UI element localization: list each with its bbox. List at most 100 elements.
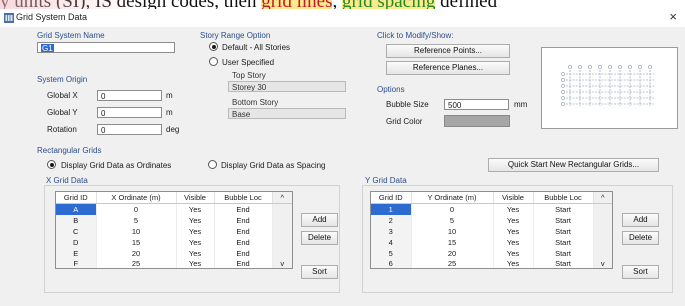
y-grid-row[interactable]: 3 10 Yes Start bbox=[371, 225, 612, 237]
reference-planes-button[interactable]: Reference Planes... bbox=[386, 61, 510, 75]
x-grid-row[interactable]: F 25 Yes End v bbox=[56, 258, 292, 268]
x-cell-ordinate[interactable]: 10 bbox=[96, 225, 177, 237]
scroll-down-icon[interactable]: v bbox=[593, 258, 612, 268]
x-cell-visible[interactable]: Yes bbox=[176, 258, 215, 268]
x-cell-bubble-loc[interactable]: End bbox=[214, 214, 273, 226]
x-cell-visible[interactable]: Yes bbox=[176, 214, 215, 226]
y-cell-grid-id[interactable]: 4 bbox=[371, 236, 412, 248]
y-cell-visible[interactable]: Yes bbox=[493, 258, 534, 268]
x-cell-visible[interactable]: Yes bbox=[176, 203, 215, 215]
y-cell-grid-id[interactable]: 5 bbox=[371, 247, 412, 259]
scrollbar-track[interactable] bbox=[593, 214, 612, 226]
scroll-up-icon[interactable]: ^ bbox=[593, 192, 612, 204]
x-cell-bubble-loc[interactable]: End bbox=[214, 247, 273, 259]
user-specified-radio[interactable] bbox=[209, 57, 218, 66]
x-grid-row[interactable]: B 5 Yes End bbox=[56, 214, 292, 226]
x-grid-row[interactable]: E 20 Yes End bbox=[56, 247, 292, 259]
x-cell-grid-id[interactable]: A bbox=[56, 203, 97, 215]
scrollbar-track[interactable] bbox=[272, 203, 292, 215]
scrollbar-track[interactable] bbox=[272, 236, 292, 248]
y-cell-grid-id[interactable]: 2 bbox=[371, 214, 412, 226]
display-spacing-label[interactable]: Display Grid Data as Spacing bbox=[221, 161, 326, 170]
scrollbar-track[interactable] bbox=[593, 247, 612, 259]
scrollbar-track[interactable] bbox=[272, 247, 292, 259]
y-grid-row[interactable]: 6 25 Yes Start v bbox=[371, 258, 612, 268]
x-sort-button[interactable]: Sort bbox=[301, 265, 338, 279]
y-cell-bubble-loc[interactable]: Start bbox=[533, 236, 594, 248]
x-cell-ordinate[interactable]: 20 bbox=[96, 247, 177, 259]
x-grid-row[interactable]: C 10 Yes End bbox=[56, 225, 292, 237]
global-x-input[interactable]: 0 bbox=[97, 90, 162, 101]
rotation-input[interactable]: 0 bbox=[97, 124, 162, 135]
x-cell-grid-id[interactable]: C bbox=[56, 225, 97, 237]
y-delete-button[interactable]: Delete bbox=[622, 231, 659, 245]
grid-system-name-input[interactable]: G1 bbox=[37, 42, 175, 53]
x-add-button[interactable]: Add bbox=[301, 213, 338, 227]
y-cell-ordinate[interactable]: 15 bbox=[411, 236, 494, 248]
x-cell-bubble-loc[interactable]: End bbox=[214, 225, 273, 237]
y-cell-bubble-loc[interactable]: Start bbox=[533, 258, 594, 268]
x-grid-row[interactable]: D 15 Yes End bbox=[56, 236, 292, 248]
x-delete-button[interactable]: Delete bbox=[301, 231, 338, 245]
y-cell-bubble-loc[interactable]: Start bbox=[533, 247, 594, 259]
y-cell-visible[interactable]: Yes bbox=[493, 236, 534, 248]
x-cell-ordinate[interactable]: 25 bbox=[96, 258, 177, 268]
y-grid-row[interactable]: 5 20 Yes Start bbox=[371, 247, 612, 259]
y-grid-table[interactable]: Grid ID Y Ordinate (m) Visible Bubble Lo… bbox=[370, 191, 613, 269]
scrollbar-track[interactable] bbox=[593, 236, 612, 248]
x-cell-grid-id[interactable]: F bbox=[56, 258, 97, 268]
default-all-stories-radio[interactable] bbox=[209, 42, 218, 51]
y-cell-visible[interactable]: Yes bbox=[493, 225, 534, 237]
y-grid-row[interactable]: 1 0 Yes Start bbox=[371, 203, 612, 215]
y-cell-visible[interactable]: Yes bbox=[493, 214, 534, 226]
user-specified-label[interactable]: User Specified bbox=[222, 58, 274, 67]
y-grid-row[interactable]: 4 15 Yes Start bbox=[371, 236, 612, 248]
x-cell-visible[interactable]: Yes bbox=[176, 247, 215, 259]
y-cell-grid-id[interactable]: 3 bbox=[371, 225, 412, 237]
reference-points-button[interactable]: Reference Points... bbox=[386, 44, 510, 58]
x-cell-bubble-loc[interactable]: End bbox=[214, 258, 273, 268]
y-cell-ordinate[interactable]: 10 bbox=[411, 225, 494, 237]
scrollbar-track[interactable] bbox=[272, 225, 292, 237]
x-cell-visible[interactable]: Yes bbox=[176, 236, 215, 248]
scrollbar-track[interactable] bbox=[593, 225, 612, 237]
bubble-size-input[interactable]: 500 bbox=[444, 99, 509, 110]
scrollbar-track[interactable] bbox=[593, 203, 612, 215]
x-cell-bubble-loc[interactable]: End bbox=[214, 203, 273, 215]
x-cell-ordinate[interactable]: 5 bbox=[96, 214, 177, 226]
x-grid-row[interactable]: A 0 Yes End bbox=[56, 203, 292, 215]
y-cell-bubble-loc[interactable]: Start bbox=[533, 214, 594, 226]
global-y-input[interactable]: 0 bbox=[97, 107, 162, 118]
y-add-button[interactable]: Add bbox=[622, 213, 659, 227]
x-cell-grid-id[interactable]: D bbox=[56, 236, 97, 248]
y-cell-bubble-loc[interactable]: Start bbox=[533, 225, 594, 237]
scrollbar-track[interactable] bbox=[272, 214, 292, 226]
scroll-down-icon[interactable]: v bbox=[272, 258, 292, 268]
x-cell-grid-id[interactable]: B bbox=[56, 214, 97, 226]
close-icon[interactable]: × bbox=[669, 9, 677, 24]
y-cell-ordinate[interactable]: 25 bbox=[411, 258, 494, 268]
x-cell-visible[interactable]: Yes bbox=[176, 225, 215, 237]
y-cell-ordinate[interactable]: 0 bbox=[411, 203, 494, 215]
display-ordinates-label[interactable]: Display Grid Data as Ordinates bbox=[61, 161, 171, 170]
x-cell-ordinate[interactable]: 15 bbox=[96, 236, 177, 248]
y-cell-ordinate[interactable]: 20 bbox=[411, 247, 494, 259]
x-cell-bubble-loc[interactable]: End bbox=[214, 236, 273, 248]
x-cell-ordinate[interactable]: 0 bbox=[96, 203, 177, 215]
y-cell-bubble-loc[interactable]: Start bbox=[533, 203, 594, 215]
y-grid-row[interactable]: 2 5 Yes Start bbox=[371, 214, 612, 226]
y-cell-visible[interactable]: Yes bbox=[493, 247, 534, 259]
display-ordinates-radio[interactable] bbox=[47, 160, 56, 169]
grid-color-swatch[interactable] bbox=[444, 115, 510, 127]
default-all-stories-label[interactable]: Default - All Stories bbox=[222, 43, 290, 52]
y-sort-button[interactable]: Sort bbox=[622, 265, 659, 279]
quick-start-grids-button[interactable]: Quick Start New Rectangular Grids... bbox=[488, 158, 659, 172]
x-grid-table[interactable]: Grid ID X Ordinate (m) Visible Bubble Lo… bbox=[55, 191, 293, 269]
display-spacing-radio[interactable] bbox=[208, 160, 217, 169]
y-cell-grid-id[interactable]: 1 bbox=[371, 203, 412, 215]
y-cell-visible[interactable]: Yes bbox=[493, 203, 534, 215]
y-cell-grid-id[interactable]: 6 bbox=[371, 258, 412, 268]
scroll-up-icon[interactable]: ^ bbox=[272, 192, 292, 204]
x-cell-grid-id[interactable]: E bbox=[56, 247, 97, 259]
y-cell-ordinate[interactable]: 5 bbox=[411, 214, 494, 226]
